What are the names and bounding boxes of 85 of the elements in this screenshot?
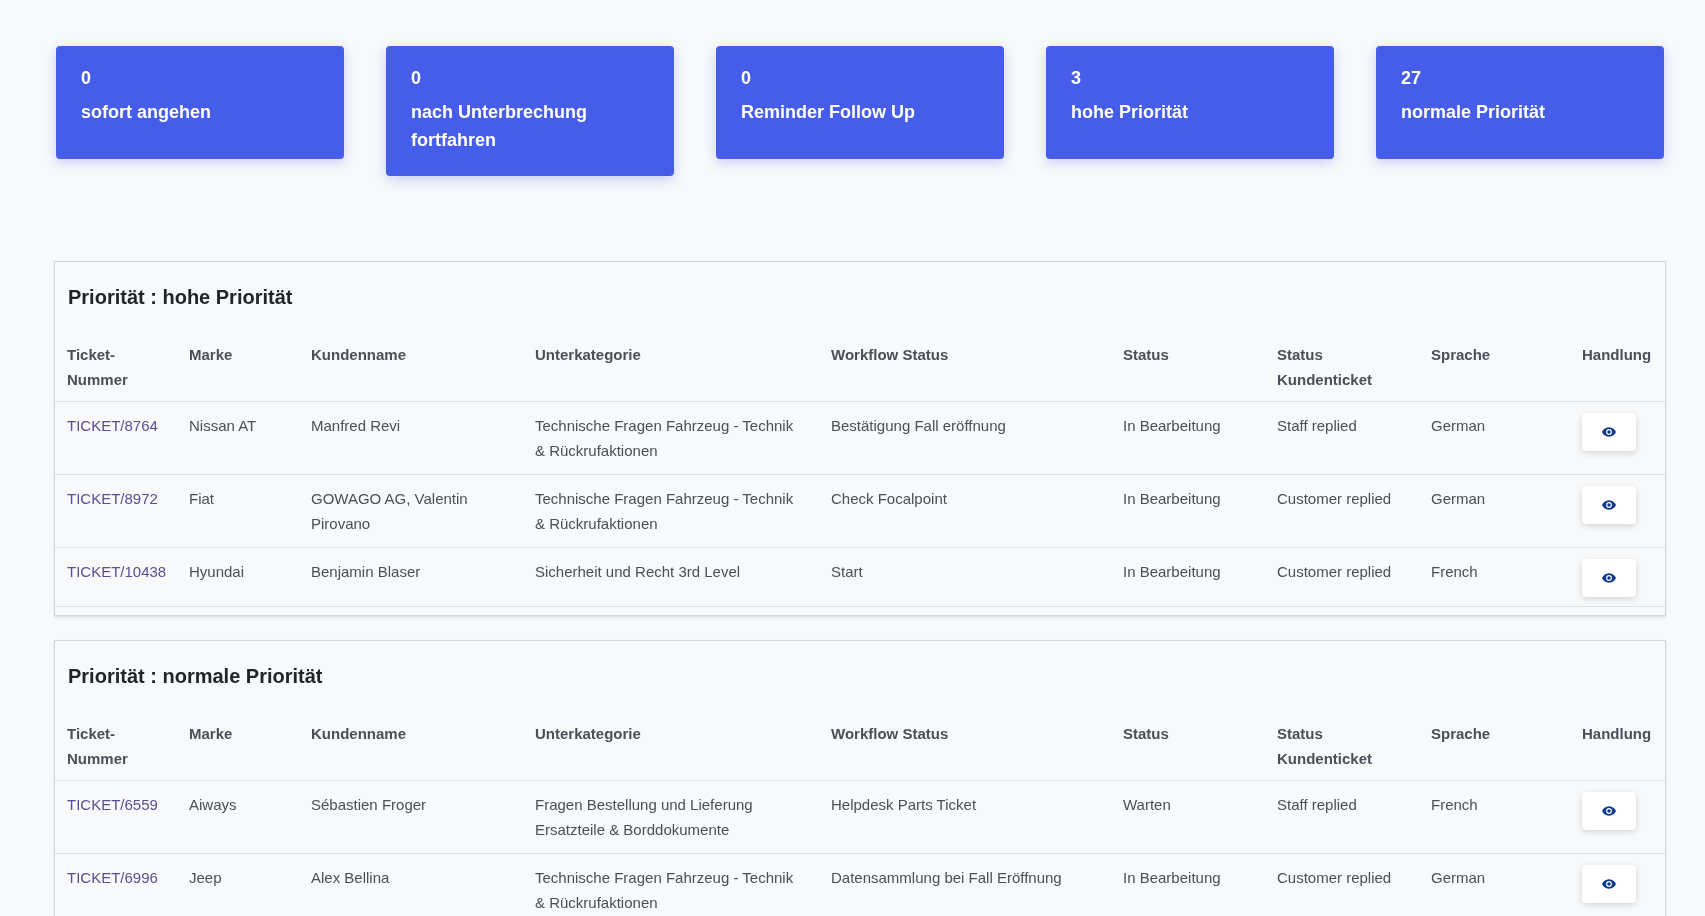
stat-card[interactable]: 27 normale Priorität: [1376, 46, 1664, 159]
column-header: Sprache: [1431, 346, 1491, 363]
stat-card[interactable]: 0 Reminder Follow Up: [716, 46, 1004, 159]
table-cell: Sébastien Froger: [311, 796, 427, 813]
view-button[interactable]: [1582, 792, 1636, 830]
table-cell: Alex Bellina: [311, 869, 390, 886]
table-cell: Staff replied: [1277, 796, 1357, 813]
stat-card[interactable]: 3 hohe Priorität: [1046, 46, 1334, 159]
eye-icon: [1602, 573, 1616, 583]
column-header: Workflow Status: [831, 346, 949, 363]
column-header: Status: [1123, 346, 1169, 363]
table-cell: Customer replied: [1277, 490, 1392, 507]
table-cell: Hyundai: [189, 563, 245, 580]
table-cell: German: [1431, 490, 1486, 507]
column-header: Kundenname: [311, 346, 406, 363]
column-header: Unterkategorie: [535, 725, 641, 742]
ticket-link[interactable]: TICKET/6996: [67, 869, 158, 886]
table-cell: Fiat: [189, 490, 214, 507]
eye-icon: [1602, 806, 1616, 816]
view-button[interactable]: [1582, 413, 1636, 451]
table-cell: Start: [831, 563, 863, 580]
table-cell: Datensammlung bei Fall Eröffnung: [831, 869, 1062, 886]
column-header: Marke: [189, 346, 233, 363]
eye-icon: [1602, 427, 1616, 437]
column-header: Ticket-Nummer: [67, 345, 129, 390]
table-cell: In Bearbeitung: [1123, 417, 1221, 434]
table-cell: In Bearbeitung: [1123, 563, 1221, 580]
view-button[interactable]: [1582, 486, 1636, 524]
stat-label: normale Priorität: [1401, 101, 1547, 124]
eye-icon: [1602, 879, 1616, 889]
table-cell: Technische Fragen Fahrzeug - Technik & Rückrufaktionen: [535, 869, 794, 911]
table-cell: Customer replied: [1277, 563, 1392, 580]
table-cell: Staff replied: [1277, 417, 1357, 434]
table-cell: Bestätigung Fall eröffnung: [831, 417, 1006, 434]
column-header: Status Kundenticket: [1277, 345, 1373, 390]
column-header: Status Kundenticket: [1277, 724, 1373, 769]
stat-count: 0: [411, 67, 422, 90]
table-cell: German: [1431, 417, 1486, 434]
column-header: Kundenname: [311, 725, 406, 742]
table-cell: French: [1431, 563, 1478, 580]
table-cell: GOWAGO AG, Valentin Pirovano: [311, 490, 468, 532]
eye-icon: [1602, 500, 1616, 510]
table-cell: Warten: [1123, 796, 1171, 813]
table-cell: Nissan AT: [189, 417, 257, 434]
panel-title: Priorität : hohe Priorität: [67, 285, 294, 310]
stat-count: 27: [1401, 67, 1423, 90]
table-cell: Fragen Bestellung und Lieferung Ersatzteile & Borddokumente: [535, 796, 753, 838]
column-header: Unterkategorie: [535, 346, 641, 363]
table-cell: Sicherheit und Recht 3rd Level: [535, 563, 741, 580]
ticket-link[interactable]: TICKET/6559: [67, 796, 158, 813]
table-cell: Technische Fragen Fahrzeug - Technik & Rückrufaktionen: [535, 490, 794, 532]
table-cell: Aiways: [189, 796, 237, 813]
table-cell: Helpdesk Parts Ticket: [831, 796, 977, 813]
table-cell: Benjamin Blaser: [311, 563, 421, 580]
ticket-link[interactable]: TICKET/8764: [67, 417, 158, 434]
table-cell: Check Focalpoint: [831, 490, 947, 507]
table-cell: Technische Fragen Fahrzeug - Technik & Rückrufaktionen: [535, 417, 794, 459]
stat-count: 0: [81, 67, 92, 90]
stat-count: 3: [1071, 67, 1082, 90]
stat-label: hohe Priorität: [1071, 101, 1189, 124]
column-header: Handlung: [1582, 725, 1652, 742]
table-cell: Customer replied: [1277, 869, 1392, 886]
stat-card[interactable]: 0 sofort angehen: [56, 46, 344, 159]
column-header: Status: [1123, 725, 1169, 742]
ticket-link[interactable]: TICKET/8972: [67, 490, 158, 507]
panel-title: Priorität : normale Priorität: [67, 664, 324, 689]
ticket-link[interactable]: TICKET/10438: [67, 563, 167, 580]
stat-label: Reminder Follow Up: [741, 101, 916, 124]
stat-label: sofort angehen: [81, 101, 212, 124]
column-header: Workflow Status: [831, 725, 949, 742]
table-cell: Jeep: [189, 869, 222, 886]
view-button[interactable]: [1582, 559, 1636, 597]
stat-count: 0: [741, 67, 752, 90]
stat-card[interactable]: 0 nach Unterbrechung fortfahren: [386, 46, 674, 176]
table-cell: German: [1431, 869, 1486, 886]
table-cell: In Bearbeitung: [1123, 490, 1221, 507]
table-cell: Manfred Revi: [311, 417, 401, 434]
view-button[interactable]: [1582, 865, 1636, 903]
column-header: Ticket-Nummer: [67, 724, 129, 769]
column-header: Sprache: [1431, 725, 1491, 742]
column-header: Marke: [189, 725, 233, 742]
column-header: Handlung: [1582, 346, 1652, 363]
stat-label: nach Unterbrechung fortfahren: [411, 101, 589, 152]
table-cell: In Bearbeitung: [1123, 869, 1221, 886]
table-cell: French: [1431, 796, 1478, 813]
